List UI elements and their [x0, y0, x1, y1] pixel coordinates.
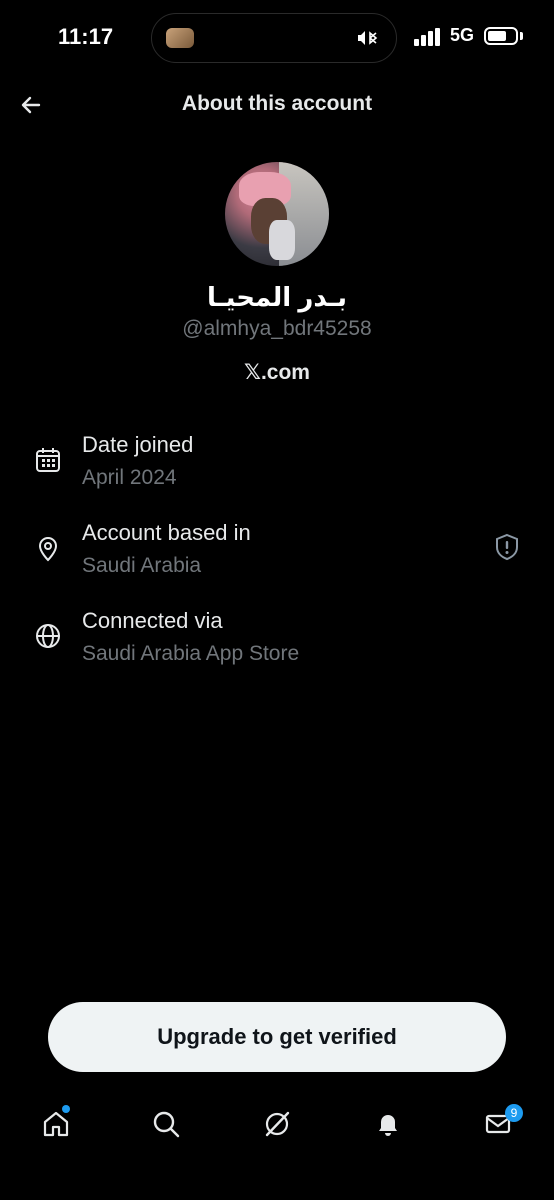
network-type: 5G	[450, 25, 475, 45]
info-row-connected-via: Connected via Saudi Arabia App Store	[0, 608, 554, 678]
info-value: Saudi Arabia	[82, 554, 202, 577]
user-handle: @almhya_bdr45258	[182, 317, 372, 340]
home-notification-dot	[62, 1105, 70, 1113]
location-pin-icon	[38, 537, 58, 562]
signal-icon	[414, 28, 440, 46]
header: About this account	[0, 80, 554, 130]
display-name: بـدر المحيـا	[207, 282, 347, 312]
grok-icon	[265, 1111, 290, 1137]
upgrade-verified-button[interactable]: Upgrade to get verified	[48, 1002, 506, 1072]
messages-badge: 9	[505, 1104, 523, 1122]
tab-notifications[interactable]	[368, 1104, 408, 1144]
status-bar: 11:17 5G	[0, 0, 554, 76]
info-label: Date joined	[82, 432, 194, 457]
bluetooth-speaker-icon	[358, 31, 378, 45]
info-label: Connected via	[82, 608, 223, 633]
tab-home[interactable]	[36, 1104, 76, 1144]
info-value: April 2024	[82, 466, 177, 489]
info-label: Account based in	[82, 520, 251, 545]
info-row-account-based-in: Account based in Saudi Arabia	[0, 520, 554, 590]
tab-search[interactable]	[146, 1104, 186, 1144]
dynamic-island[interactable]	[151, 13, 397, 63]
battery-tip	[520, 32, 523, 40]
home-icon	[43, 1111, 69, 1137]
globe-icon	[36, 624, 60, 648]
calendar-icon	[36, 448, 60, 472]
battery-icon	[484, 27, 518, 45]
shield-alert-icon[interactable]	[494, 533, 520, 561]
info-value: Saudi Arabia App Store	[82, 642, 300, 665]
now-playing-thumbnail	[166, 28, 194, 48]
search-icon	[153, 1111, 180, 1138]
status-time: 11:17	[58, 24, 114, 49]
bottom-tab-bar	[0, 1090, 554, 1160]
website-link[interactable]: 𝕏.com	[0, 360, 554, 385]
avatar[interactable]	[225, 162, 329, 266]
bell-icon	[379, 1115, 397, 1136]
info-row-date-joined: Date joined April 2024	[0, 432, 554, 502]
tab-grok[interactable]	[257, 1104, 297, 1144]
page-title: About this account	[181, 92, 373, 115]
